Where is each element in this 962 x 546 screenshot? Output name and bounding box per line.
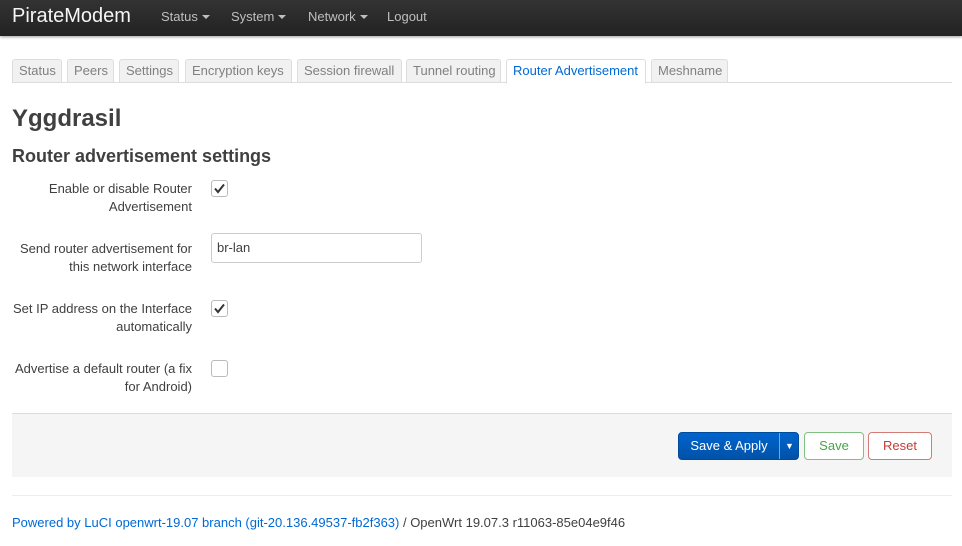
save-apply-button[interactable]: Save & Apply ▼	[678, 432, 799, 460]
nav-system-menu[interactable]: System	[231, 9, 287, 24]
checkmark-icon	[214, 303, 225, 314]
caret-down-icon: ▼	[785, 441, 794, 451]
enable-ra-checkbox[interactable]	[211, 180, 228, 197]
tab-encryption-keys[interactable]: Encryption keys	[185, 59, 292, 83]
openwrt-version: / OpenWrt 19.07.3 r11063-85e04e9f46	[399, 515, 626, 530]
nav-status-menu[interactable]: Status	[161, 9, 210, 24]
chevron-down-icon	[201, 15, 210, 19]
save-apply-label: Save & Apply	[690, 438, 768, 453]
nav-system-label: System	[231, 9, 275, 24]
luci-link[interactable]: Powered by LuCI openwrt-19.07 branch (gi…	[12, 515, 399, 530]
chevron-down-icon	[278, 15, 287, 19]
default-router-label: Advertise a default router (a fix for An…	[14, 361, 192, 394]
tab-router-advertisement[interactable]: Router Advertisement	[506, 59, 646, 84]
save-button[interactable]: Save	[804, 432, 864, 460]
brand-logo[interactable]: PirateModem	[12, 4, 131, 28]
nav-status-label: Status	[161, 9, 198, 24]
top-navbar: PirateModem Status System Network Logout	[0, 0, 962, 36]
reset-button[interactable]: Reset	[868, 432, 932, 460]
footer: Powered by LuCI openwrt-19.07 branch (gi…	[12, 515, 625, 530]
section-title: Router advertisement settings	[12, 146, 272, 166]
auto-ip-checkbox[interactable]	[211, 300, 228, 317]
nav-network-menu[interactable]: Network	[308, 9, 368, 24]
tab-status[interactable]: Status	[12, 59, 62, 83]
form-actions: Save & Apply ▼ Save Reset	[12, 413, 952, 477]
auto-ip-label: Set IP address on the Interface automati…	[13, 301, 192, 334]
enable-ra-label: Enable or disable Router Advertisement	[48, 181, 192, 214]
tab-tunnel-routing[interactable]: Tunnel routing	[406, 59, 501, 83]
page-title: Yggdrasil	[12, 105, 122, 132]
tab-meshname[interactable]: Meshname	[651, 59, 728, 83]
footer-divider	[12, 495, 952, 496]
interface-label: Send router advertisement for this netwo…	[20, 241, 192, 274]
interface-input[interactable]: br-lan	[211, 233, 422, 263]
default-router-checkbox[interactable]	[211, 360, 228, 377]
nav-logout-link[interactable]: Logout	[387, 9, 427, 24]
save-apply-dropdown-toggle[interactable]: ▼	[779, 433, 799, 459]
tab-bar: Status Peers Settings Encryption keys Se…	[12, 59, 952, 84]
tab-session-firewall[interactable]: Session firewall	[297, 59, 402, 83]
tab-settings[interactable]: Settings	[119, 59, 179, 83]
checkmark-icon	[214, 183, 225, 194]
chevron-down-icon	[359, 15, 368, 19]
nav-network-label: Network	[308, 9, 356, 24]
tab-peers[interactable]: Peers	[67, 59, 114, 83]
